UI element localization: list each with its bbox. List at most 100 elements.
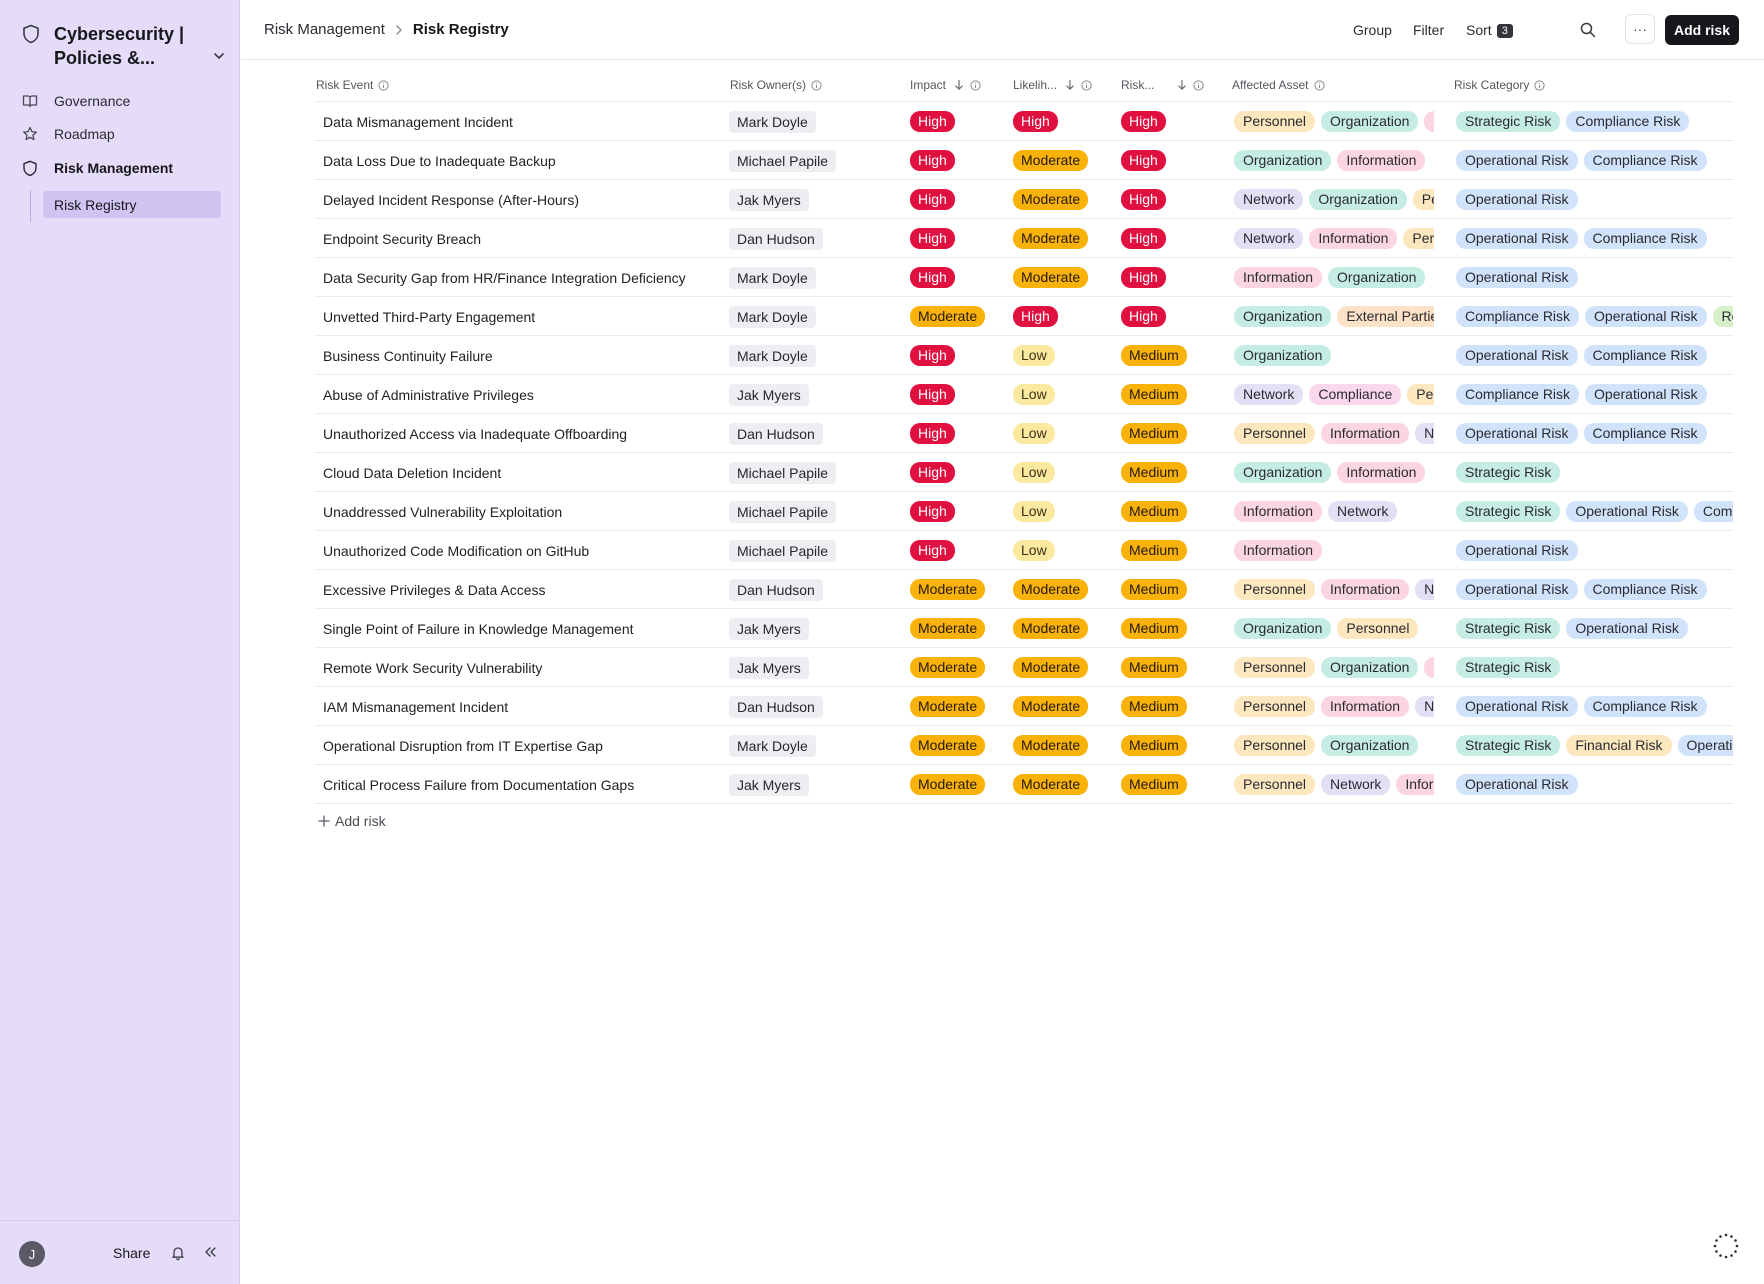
- sidebar-item-roadmap[interactable]: Roadmap: [22, 121, 222, 147]
- sidebar-item-governance[interactable]: Governance: [22, 88, 222, 114]
- risk-category-cell[interactable]: Strategic Risk Compliance Risk: [1456, 102, 1733, 141]
- impact-cell[interactable]: Moderate: [910, 570, 1005, 609]
- column-header-likelihood[interactable]: Likelih...: [1013, 78, 1092, 92]
- affected-asset-cell[interactable]: Organization: [1234, 336, 1434, 375]
- risk-event-cell[interactable]: Data Loss Due to Inadequate Backup: [323, 141, 723, 180]
- affected-asset-cell[interactable]: PersonnelInformation Network: [1234, 687, 1434, 726]
- risk-owner-cell[interactable]: Mark Doyle: [729, 258, 904, 297]
- table-row[interactable]: Business Continuity Failure Mark Doyle Hig…: [315, 336, 1733, 375]
- affected-asset-cell[interactable]: NetworkInformationPersonnel: [1234, 219, 1434, 258]
- risk-category-cell[interactable]: Operational Risk Compliance Risk: [1456, 414, 1733, 453]
- table-row[interactable]: Excessive Privileges & Data Access Dan Hu…: [315, 570, 1733, 609]
- risk-owner-cell[interactable]: Jak Myers: [729, 765, 904, 804]
- table-row[interactable]: Unauthorized Access via Inadequate Offbo…: [315, 414, 1733, 453]
- affected-asset-cell[interactable]: PersonnelOrganization Information: [1234, 102, 1434, 141]
- risk-level-cell[interactable]: Medium: [1121, 609, 1221, 648]
- column-header-affected-asset[interactable]: Affected Asset: [1232, 78, 1325, 92]
- impact-cell[interactable]: High: [910, 102, 1005, 141]
- risk-level-cell[interactable]: High: [1121, 258, 1221, 297]
- risk-owner-cell[interactable]: Mark Doyle: [729, 297, 904, 336]
- impact-cell[interactable]: High: [910, 453, 1005, 492]
- table-row[interactable]: Data Loss Due to Inadequate Backup Michae…: [315, 141, 1733, 180]
- risk-level-cell[interactable]: High: [1121, 102, 1221, 141]
- risk-level-cell[interactable]: Medium: [1121, 687, 1221, 726]
- risk-category-cell[interactable]: Operational Risk Compliance Risk: [1456, 687, 1733, 726]
- risk-category-cell[interactable]: Operational Risk: [1456, 258, 1733, 297]
- likelihood-cell[interactable]: Moderate: [1013, 219, 1113, 258]
- affected-asset-cell[interactable]: NetworkCompliancePersonnel: [1234, 375, 1434, 414]
- risk-owner-cell[interactable]: Jak Myers: [729, 375, 904, 414]
- likelihood-cell[interactable]: Low: [1013, 492, 1113, 531]
- likelihood-cell[interactable]: High: [1013, 102, 1113, 141]
- table-row[interactable]: Single Point of Failure in Knowledge Man…: [315, 609, 1733, 648]
- impact-cell[interactable]: Moderate: [910, 648, 1005, 687]
- table-row[interactable]: Remote Work Security Vulnerability Jak My…: [315, 648, 1733, 687]
- affected-asset-cell[interactable]: OrganizationExternal Parties: [1234, 297, 1434, 336]
- risk-owner-cell[interactable]: Jak Myers: [729, 609, 904, 648]
- impact-cell[interactable]: Moderate: [910, 609, 1005, 648]
- impact-cell[interactable]: Moderate: [910, 726, 1005, 765]
- impact-cell[interactable]: Moderate: [910, 297, 1005, 336]
- table-row[interactable]: Unvetted Third-Party Engagement Mark Doyl…: [315, 297, 1733, 336]
- impact-cell[interactable]: High: [910, 336, 1005, 375]
- column-header-impact[interactable]: Impact: [910, 78, 981, 92]
- risk-owner-cell[interactable]: Michael Papile: [729, 141, 904, 180]
- risk-level-cell[interactable]: High: [1121, 141, 1221, 180]
- risk-event-cell[interactable]: Data Security Gap from HR/Finance Integr…: [323, 258, 723, 297]
- risk-level-cell[interactable]: Medium: [1121, 648, 1221, 687]
- risk-category-cell[interactable]: Operational Risk: [1456, 765, 1733, 804]
- column-header-risk-event[interactable]: Risk Event: [316, 78, 389, 92]
- risk-level-cell[interactable]: Medium: [1121, 453, 1221, 492]
- sidebar-item-risk-management[interactable]: Risk Management: [22, 155, 222, 181]
- search-icon[interactable]: [1579, 21, 1597, 39]
- table-row[interactable]: IAM Mismanagement Incident Dan Hudson Mode…: [315, 687, 1733, 726]
- table-row[interactable]: Operational Disruption from IT Expertise…: [315, 726, 1733, 765]
- column-header-risk-level[interactable]: Risk...: [1121, 78, 1204, 92]
- risk-owner-cell[interactable]: Michael Papile: [729, 531, 904, 570]
- table-row[interactable]: Data Mismanagement Incident Mark Doyle Hig…: [315, 102, 1733, 141]
- risk-event-cell[interactable]: Unauthorized Code Modification on GitHub: [323, 531, 723, 570]
- likelihood-cell[interactable]: Moderate: [1013, 726, 1113, 765]
- sort-button[interactable]: Sort 3: [1466, 22, 1513, 38]
- risk-category-cell[interactable]: Strategic Risk Operational Risk: [1456, 609, 1733, 648]
- impact-cell[interactable]: Moderate: [910, 765, 1005, 804]
- risk-owner-cell[interactable]: Dan Hudson: [729, 570, 904, 609]
- risk-owner-cell[interactable]: Dan Hudson: [729, 414, 904, 453]
- risk-owner-cell[interactable]: Mark Doyle: [729, 726, 904, 765]
- risk-category-cell[interactable]: Compliance RiskOperational RiskReputatio…: [1456, 297, 1733, 336]
- impact-cell[interactable]: High: [910, 492, 1005, 531]
- risk-event-cell[interactable]: Delayed Incident Response (After-Hours): [323, 180, 723, 219]
- impact-cell[interactable]: High: [910, 141, 1005, 180]
- likelihood-cell[interactable]: Moderate: [1013, 180, 1113, 219]
- risk-owner-cell[interactable]: Jak Myers: [729, 180, 904, 219]
- affected-asset-cell[interactable]: PersonnelInformation Network: [1234, 414, 1434, 453]
- risk-level-cell[interactable]: Medium: [1121, 492, 1221, 531]
- likelihood-cell[interactable]: Low: [1013, 414, 1113, 453]
- risk-level-cell[interactable]: Medium: [1121, 375, 1221, 414]
- risk-owner-cell[interactable]: Dan Hudson: [729, 219, 904, 258]
- table-row[interactable]: Abuse of Administrative Privileges Jak My…: [315, 375, 1733, 414]
- risk-owner-cell[interactable]: Mark Doyle: [729, 102, 904, 141]
- risk-owner-cell[interactable]: Michael Papile: [729, 492, 904, 531]
- table-row[interactable]: Unaddressed Vulnerability Exploitation Mi…: [315, 492, 1733, 531]
- likelihood-cell[interactable]: Low: [1013, 336, 1113, 375]
- impact-cell[interactable]: High: [910, 375, 1005, 414]
- impact-cell[interactable]: High: [910, 531, 1005, 570]
- risk-category-cell[interactable]: Operational Risk: [1456, 180, 1733, 219]
- risk-event-cell[interactable]: Single Point of Failure in Knowledge Man…: [323, 609, 723, 648]
- column-header-risk-category[interactable]: Risk Category: [1454, 78, 1545, 92]
- risk-event-cell[interactable]: Excessive Privileges & Data Access: [323, 570, 723, 609]
- affected-asset-cell[interactable]: Information: [1234, 531, 1434, 570]
- workspace-switcher[interactable]: Cybersecurity | Policies &...: [22, 22, 227, 72]
- risk-level-cell[interactable]: Medium: [1121, 336, 1221, 375]
- impact-cell[interactable]: High: [910, 258, 1005, 297]
- risk-level-cell[interactable]: Medium: [1121, 414, 1221, 453]
- affected-asset-cell[interactable]: Personnel Organization: [1234, 726, 1434, 765]
- affected-asset-cell[interactable]: PersonnelNetworkInformation: [1234, 765, 1434, 804]
- risk-owner-cell[interactable]: Michael Papile: [729, 453, 904, 492]
- filter-button[interactable]: Filter: [1413, 22, 1444, 38]
- risk-level-cell[interactable]: Medium: [1121, 570, 1221, 609]
- risk-event-cell[interactable]: Business Continuity Failure: [323, 336, 723, 375]
- likelihood-cell[interactable]: High: [1013, 297, 1113, 336]
- risk-level-cell[interactable]: High: [1121, 297, 1221, 336]
